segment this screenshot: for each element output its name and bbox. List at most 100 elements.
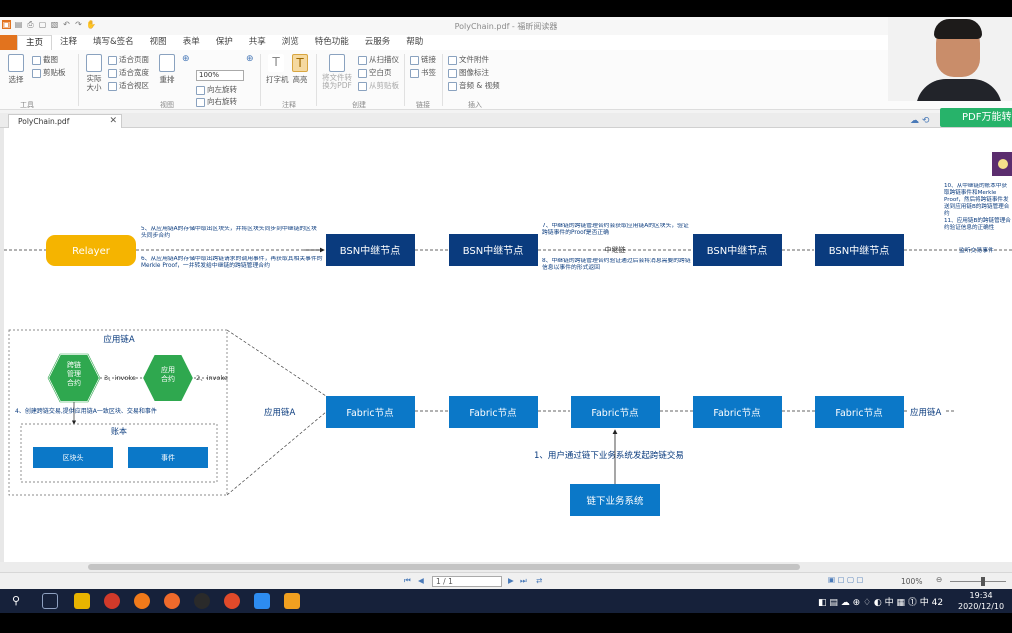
camera-icon [32, 55, 41, 65]
search-icon[interactable]: ⚲ [12, 593, 28, 609]
menu-form[interactable]: 表单 [175, 35, 208, 50]
zoom-out-icon[interactable]: ⊕ [246, 54, 254, 64]
zoom-slider[interactable] [950, 581, 1006, 582]
rotate-right-button[interactable]: 向右旋转 [196, 96, 237, 107]
last-page-icon[interactable]: ⏭ [520, 576, 527, 586]
menu-protect[interactable]: 保护 [208, 35, 241, 50]
cursor-icon [8, 54, 24, 72]
foxit-icon[interactable] [284, 593, 300, 609]
first-page-icon[interactable]: ⏮ [404, 576, 411, 586]
block-header-label: 区块头 [63, 453, 84, 462]
bsn-node-label: BSN中继节点 [340, 244, 401, 257]
file-explorer-icon[interactable] [74, 593, 90, 609]
zoom-in-icon[interactable]: ⊕ [182, 54, 190, 64]
fit-visible-label: 适合视区 [119, 81, 149, 90]
file-menu-button[interactable] [0, 35, 17, 50]
fabric-node-label: Fabric节点 [591, 408, 639, 419]
tray-icons[interactable]: ◧ ▤ ☁ ⊕ ♢ ◐ 中 ▦ ⓵ [818, 598, 920, 608]
app-icon[interactable] [164, 593, 180, 609]
firefox-icon[interactable] [134, 593, 150, 609]
group-comment-label: 注释 [282, 101, 296, 109]
menu-cloud[interactable]: 云服务 [357, 35, 399, 50]
highlight-button[interactable]: T 高亮 [290, 54, 310, 85]
fit-page-icon [108, 55, 117, 65]
title-bar: ▣ ▤ ⎙ ▢ ▧ ↶ ↷ ✋ PolyChain.pdf - 福昕阅读器 [0, 17, 1012, 35]
page-number-input[interactable]: 1 / 1 [432, 576, 502, 587]
zoom-connector [226, 411, 327, 496]
next-page-icon[interactable]: ▶ [508, 576, 514, 585]
select-tool-button[interactable]: 选择 [6, 54, 26, 85]
clock[interactable]: 19:34 2020/12/10 [958, 590, 1004, 612]
highlight-icon: T [292, 54, 308, 72]
menu-help[interactable]: 帮助 [398, 35, 431, 50]
zoom-app-icon[interactable] [254, 593, 270, 609]
listen-events-label: 监听交易事件 [959, 246, 994, 254]
menu-browse[interactable]: 浏览 [274, 35, 307, 50]
bookmark-button[interactable]: 书签 [410, 67, 436, 78]
zoom-out-icon[interactable]: ⊖ [936, 575, 942, 584]
app2-icon[interactable] [224, 593, 240, 609]
rotate-left-button[interactable]: 向左旋转 [196, 84, 237, 95]
zoom-slider-thumb[interactable] [981, 577, 985, 586]
actual-size-label: 实际 大小 [86, 74, 102, 92]
blank-page-button[interactable]: 空白页 [358, 67, 392, 78]
typewriter-button[interactable]: T 打字机 [266, 54, 289, 85]
clipboard-button[interactable]: 剪贴板 [32, 67, 66, 78]
close-icon[interactable]: ✕ [109, 116, 117, 126]
fit-width-icon [108, 68, 117, 78]
single-page-icon[interactable]: ▣ ▢ ▢ ▢ [828, 575, 864, 584]
ime-indicator[interactable]: 中 [920, 598, 929, 608]
bookmark-label: 书签 [421, 68, 436, 77]
menu-fill-sign[interactable]: 填写&签名 [85, 35, 142, 50]
browser-icon[interactable] [104, 593, 120, 609]
diagram: Relayer BSN中继节点 BSN中继节点 BSN中继节点 BSN中继节点 … [4, 152, 1012, 516]
prev-page-icon[interactable]: ◀ [418, 576, 424, 585]
convert-file-button[interactable]: 将文件转换为PDF [320, 54, 354, 90]
document-tab[interactable]: PolyChain.pdf ✕ [8, 114, 122, 128]
qq-icon[interactable] [194, 593, 210, 609]
document-canvas[interactable]: Relayer BSN中继节点 BSN中继节点 BSN中继节点 BSN中继节点 … [4, 128, 1012, 570]
reflow-button[interactable]: 重排 [158, 54, 176, 85]
menu-view[interactable]: 视图 [142, 35, 175, 50]
fabric-node-label: Fabric节点 [469, 408, 517, 419]
actual-size-button[interactable]: 实际 大小 [84, 54, 104, 92]
scrollbar-thumb[interactable] [88, 564, 800, 570]
attachment-icon [448, 55, 457, 65]
task-view-icon[interactable] [42, 593, 58, 609]
menu-features[interactable]: 特色功能 [307, 35, 357, 50]
from-clipboard-button[interactable]: 从剪贴板 [358, 80, 399, 91]
zoom-level[interactable]: 100% [901, 577, 922, 586]
rotate-left-icon [196, 85, 205, 95]
divider [260, 54, 261, 106]
invoke-3-label: 3、invoke [104, 374, 136, 382]
link-button[interactable]: 链接 [410, 54, 436, 65]
zoom-select[interactable]: 100% [196, 70, 244, 81]
menu-comment[interactable]: 注释 [52, 35, 85, 50]
horizontal-scrollbar[interactable] [0, 562, 1012, 572]
blank-page-icon [358, 68, 367, 78]
note-5: 5、从应用链A的存储中取出区块头，并将区块头同步到中继链的区块头同步合约 [141, 226, 317, 239]
audio-video-button[interactable]: 音频 & 视频 [448, 80, 500, 91]
document-tab-label: PolyChain.pdf [18, 117, 70, 126]
pdf-convert-button[interactable]: PDF万能转 [940, 108, 1012, 127]
page-nav-icon[interactable]: ⇄ [536, 576, 542, 585]
fit-visible-button[interactable]: 适合视区 [108, 80, 149, 91]
app-chain-a-title: 应用链A [103, 334, 135, 345]
menu-home[interactable]: 主页 [17, 35, 53, 50]
app-chain-a-label-left: 应用链A [264, 407, 296, 418]
fit-width-button[interactable]: 适合宽度 [108, 67, 149, 78]
bsn-node-label: BSN中继节点 [707, 244, 768, 257]
cloud-icon[interactable]: ☁ ⟲ [910, 116, 929, 126]
from-scanner-button[interactable]: 从扫描仪 [358, 54, 399, 65]
ledger-title: 账本 [111, 426, 127, 436]
image-annotation-button[interactable]: 图像标注 [448, 67, 489, 78]
fabric-node-label: Fabric节点 [346, 408, 394, 419]
clipboard-label: 剪贴板 [43, 68, 66, 77]
note-7: 7、中继链的跨链管理合约会获取应用链A的区块头，验证跨链事件的Proof是否正确 [542, 223, 689, 236]
fit-page-button[interactable]: 适合页面 [108, 54, 149, 65]
group-create-label: 创建 [352, 101, 366, 109]
snapshot-button[interactable]: 截图 [32, 54, 58, 65]
menu-share[interactable]: 共享 [241, 35, 274, 50]
file-attachment-button[interactable]: 文件附件 [448, 54, 489, 65]
typewriter-label: 打字机 [266, 75, 289, 84]
